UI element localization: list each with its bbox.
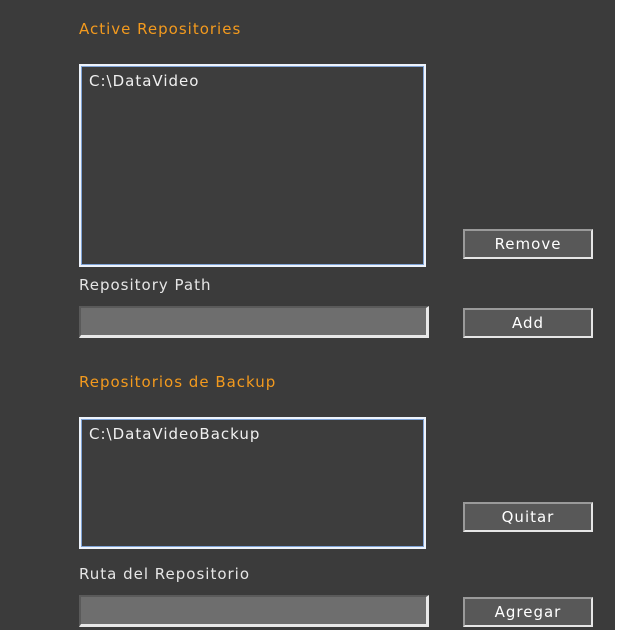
ruta-repositorio-input[interactable] bbox=[79, 595, 429, 627]
quitar-button[interactable]: Quitar bbox=[463, 502, 593, 532]
ruta-repositorio-label: Ruta del Repositorio bbox=[79, 565, 251, 583]
remove-button[interactable]: Remove bbox=[463, 229, 593, 259]
repository-path-label: Repository Path bbox=[79, 276, 212, 294]
list-item[interactable]: C:\DataVideo bbox=[89, 72, 199, 90]
active-repositories-list[interactable]: C:\DataVideo bbox=[79, 64, 426, 267]
active-repositories-title: Active Repositories bbox=[79, 20, 242, 38]
backup-repositories-list[interactable]: C:\DataVideoBackup bbox=[79, 417, 426, 549]
agregar-button[interactable]: Agregar bbox=[463, 597, 593, 627]
backup-repositories-title: Repositorios de Backup bbox=[79, 373, 277, 391]
repository-path-input[interactable] bbox=[79, 306, 429, 338]
add-button[interactable]: Add bbox=[463, 308, 593, 338]
list-item[interactable]: C:\DataVideoBackup bbox=[89, 425, 260, 443]
repository-settings-panel: Active Repositories C:\DataVideo Remove … bbox=[0, 0, 615, 630]
